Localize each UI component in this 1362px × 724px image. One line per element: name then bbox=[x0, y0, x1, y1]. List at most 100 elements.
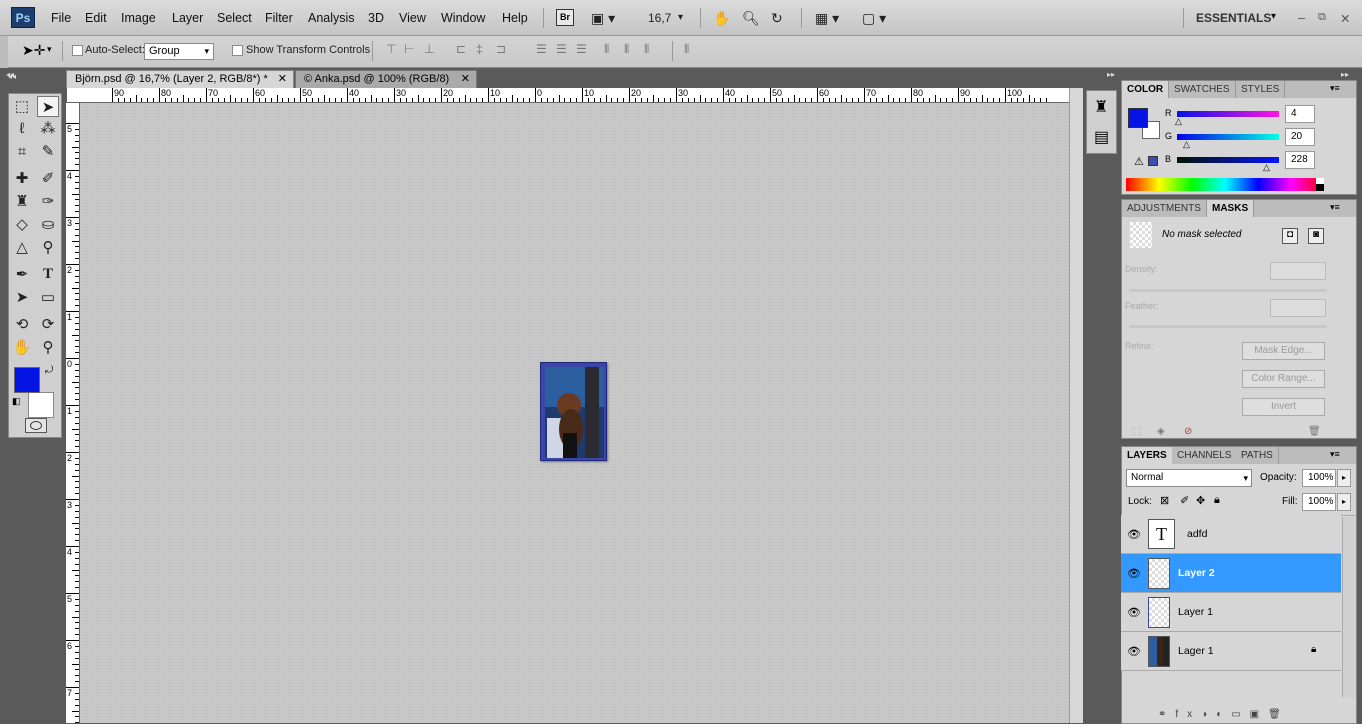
menu-image[interactable]: Image bbox=[121, 11, 156, 25]
pen-tool-icon[interactable]: ✒ bbox=[11, 264, 33, 285]
auto-align-layers-icon[interactable]: ⦀ bbox=[684, 42, 700, 58]
tab-styles[interactable]: STYLES bbox=[1236, 81, 1286, 98]
layers-scrollbar[interactable] bbox=[1342, 517, 1356, 697]
chevron-down-icon[interactable]: ▾ bbox=[47, 44, 52, 55]
out-of-gamut-warning-icon[interactable]: ⚠ bbox=[1134, 155, 1144, 168]
visibility-eye-icon[interactable]: 👁︎ bbox=[1127, 645, 1141, 658]
canvas-area[interactable] bbox=[80, 103, 1069, 723]
panel-menu-icon[interactable]: ▾≡ bbox=[1330, 449, 1340, 460]
opacity-input[interactable]: 100% bbox=[1302, 469, 1336, 487]
document-image[interactable] bbox=[540, 362, 607, 461]
menu-edit[interactable]: Edit bbox=[85, 11, 107, 25]
clone-stamp-icon[interactable]: ♜ bbox=[11, 191, 33, 212]
visibility-eye-icon[interactable]: 👁︎ bbox=[1127, 567, 1141, 580]
auto-select-dropdown[interactable]: Group ▾ bbox=[144, 43, 214, 60]
healing-brush-icon[interactable]: ✚ bbox=[11, 168, 33, 189]
g-slider-handle-icon[interactable]: △ bbox=[1183, 139, 1190, 150]
foreground-color-swatch[interactable] bbox=[14, 367, 40, 393]
r-slider-handle-icon[interactable]: △ bbox=[1175, 116, 1182, 127]
bridge-button[interactable]: Br bbox=[556, 9, 574, 26]
workspace-switcher[interactable]: ESSENTIALS bbox=[1196, 11, 1271, 25]
distribute-bottom-icon[interactable]: ☰ bbox=[576, 42, 592, 58]
layer-row[interactable]: 👁︎ Layer 1 bbox=[1121, 593, 1341, 632]
lock-pixels-icon[interactable]: ✐ bbox=[1180, 494, 1189, 507]
add-vector-mask-button[interactable]: ◙ bbox=[1308, 228, 1324, 244]
dodge-tool-icon[interactable]: ⚲ bbox=[37, 237, 59, 258]
default-colors-icon[interactable]: ◧ bbox=[12, 396, 21, 407]
invert-button[interactable]: Invert bbox=[1242, 398, 1325, 416]
align-right-icon[interactable]: ⊐ bbox=[496, 42, 512, 58]
fill-input[interactable]: 100% bbox=[1302, 493, 1336, 511]
distribute-left-icon[interactable]: ⦀ bbox=[604, 42, 620, 58]
opacity-slider-button[interactable]: ▸ bbox=[1337, 469, 1351, 487]
delete-mask-icon[interactable]: 🗑︎ bbox=[1308, 426, 1321, 437]
tab-anka[interactable]: © Anka.psd @ 100% (RGB/8) ✕ bbox=[295, 70, 477, 88]
align-vcenter-icon[interactable]: ⊢ bbox=[404, 42, 420, 58]
eyedropper-icon[interactable]: ✎ bbox=[37, 141, 59, 162]
brush-tool-icon[interactable]: ✐ bbox=[37, 168, 59, 189]
tab-adjustments[interactable]: ADJUSTMENTS bbox=[1122, 200, 1207, 217]
tab-paths[interactable]: PATHS bbox=[1236, 447, 1279, 464]
crop-tool-icon[interactable]: ⌗ bbox=[11, 141, 33, 162]
menu-file[interactable]: File bbox=[51, 11, 71, 25]
align-bottom-icon[interactable]: ⊥ bbox=[424, 42, 440, 58]
type-tool-icon[interactable]: T bbox=[37, 264, 59, 285]
show-transform-checkbox[interactable] bbox=[232, 45, 243, 56]
collapse-icon[interactable]: ◂◂ bbox=[8, 72, 16, 81]
history-brush-icon[interactable]: ✑ bbox=[37, 191, 59, 212]
hand-tool-icon[interactable]: ✋ bbox=[713, 9, 730, 27]
add-pixel-mask-button[interactable]: ◘ bbox=[1282, 228, 1298, 244]
screen-mode-icon[interactable]: ▢ ▾ bbox=[862, 9, 886, 27]
menu-3d[interactable]: 3D bbox=[368, 11, 384, 25]
load-selection-icon[interactable]: ⬚ bbox=[1132, 426, 1141, 437]
layer-row[interactable]: 👁︎ T adfd bbox=[1121, 515, 1341, 554]
rotate-view-icon[interactable]: ↻ bbox=[771, 9, 783, 27]
apply-mask-icon[interactable]: ◈ bbox=[1157, 426, 1165, 437]
path-selection-icon[interactable]: ➤ bbox=[11, 287, 33, 308]
blur-tool-icon[interactable]: △ bbox=[11, 237, 33, 258]
menu-filter[interactable]: Filter bbox=[265, 11, 293, 25]
history-panel-icon[interactable]: ♜ bbox=[1094, 97, 1108, 117]
g-value-input[interactable]: 20 bbox=[1285, 128, 1315, 146]
tab-color[interactable]: COLOR bbox=[1122, 81, 1170, 98]
close-icon[interactable]: ✕ bbox=[278, 71, 287, 88]
g-slider[interactable] bbox=[1177, 134, 1279, 140]
actions-panel-icon[interactable]: ▤ bbox=[1094, 127, 1109, 147]
magic-wand-icon[interactable]: ⁂ bbox=[37, 118, 59, 139]
visibility-eye-icon[interactable]: 👁︎ bbox=[1127, 528, 1141, 541]
swap-colors-icon[interactable]: ⤾ bbox=[45, 365, 53, 376]
move-tool-icon[interactable]: ➤✛ bbox=[22, 42, 45, 59]
align-hcenter-icon[interactable]: ‡ bbox=[476, 42, 492, 58]
density-input[interactable] bbox=[1270, 262, 1326, 280]
distribute-right-icon[interactable]: ⦀ bbox=[644, 42, 660, 58]
density-slider[interactable] bbox=[1130, 289, 1326, 292]
eraser-icon[interactable]: ◇ bbox=[11, 214, 33, 235]
layer-actions-icons[interactable]: ⚭fx◑◐▭▣🗑︎ bbox=[1158, 709, 1290, 720]
color-fg-swatch[interactable] bbox=[1128, 108, 1148, 128]
menu-analysis[interactable]: Analysis bbox=[308, 11, 355, 25]
tab-channels[interactable]: CHANNELS bbox=[1172, 447, 1238, 464]
menu-layer[interactable]: Layer bbox=[172, 11, 203, 25]
chevron-down-icon[interactable]: ▾ bbox=[1271, 11, 1276, 22]
mini-bridge-icon[interactable]: ▣ ▾ bbox=[591, 9, 615, 27]
align-left-icon[interactable]: ⊏ bbox=[456, 42, 472, 58]
restore-icon[interactable]: ⧉ bbox=[1318, 11, 1326, 24]
tab-bjorn[interactable]: Björn.psd @ 16,7% (Layer 2, RGB/8*) * ✕ bbox=[66, 70, 294, 88]
lock-position-icon[interactable]: ✥ bbox=[1196, 494, 1205, 507]
move-tool-icon[interactable]: ➤ bbox=[37, 96, 59, 117]
zoom-tool-icon[interactable]: 🔍︎ bbox=[742, 9, 760, 27]
menu-help[interactable]: Help bbox=[502, 11, 528, 25]
b-slider-handle-icon[interactable]: △ bbox=[1263, 162, 1270, 173]
marquee-tool-icon[interactable]: ⬚ bbox=[11, 96, 33, 117]
paint-bucket-icon[interactable]: ⛀ bbox=[37, 214, 59, 235]
3d-orbit-icon[interactable]: ⟳ bbox=[37, 314, 59, 335]
panel-menu-icon[interactable]: ▾≡ bbox=[1330, 202, 1340, 213]
panel-menu-icon[interactable]: ▾≡ bbox=[1330, 83, 1340, 94]
layer-row[interactable]: 👁︎ Lager 1 🔒︎ bbox=[1121, 632, 1341, 671]
distribute-hcenter-icon[interactable]: ⦀ bbox=[624, 42, 640, 58]
zoom-level[interactable]: 16,7 bbox=[648, 9, 671, 27]
menu-view[interactable]: View bbox=[399, 11, 426, 25]
3d-rotate-icon[interactable]: ⟲ bbox=[11, 314, 33, 335]
r-slider[interactable] bbox=[1177, 111, 1279, 117]
color-ramp[interactable] bbox=[1126, 178, 1324, 191]
